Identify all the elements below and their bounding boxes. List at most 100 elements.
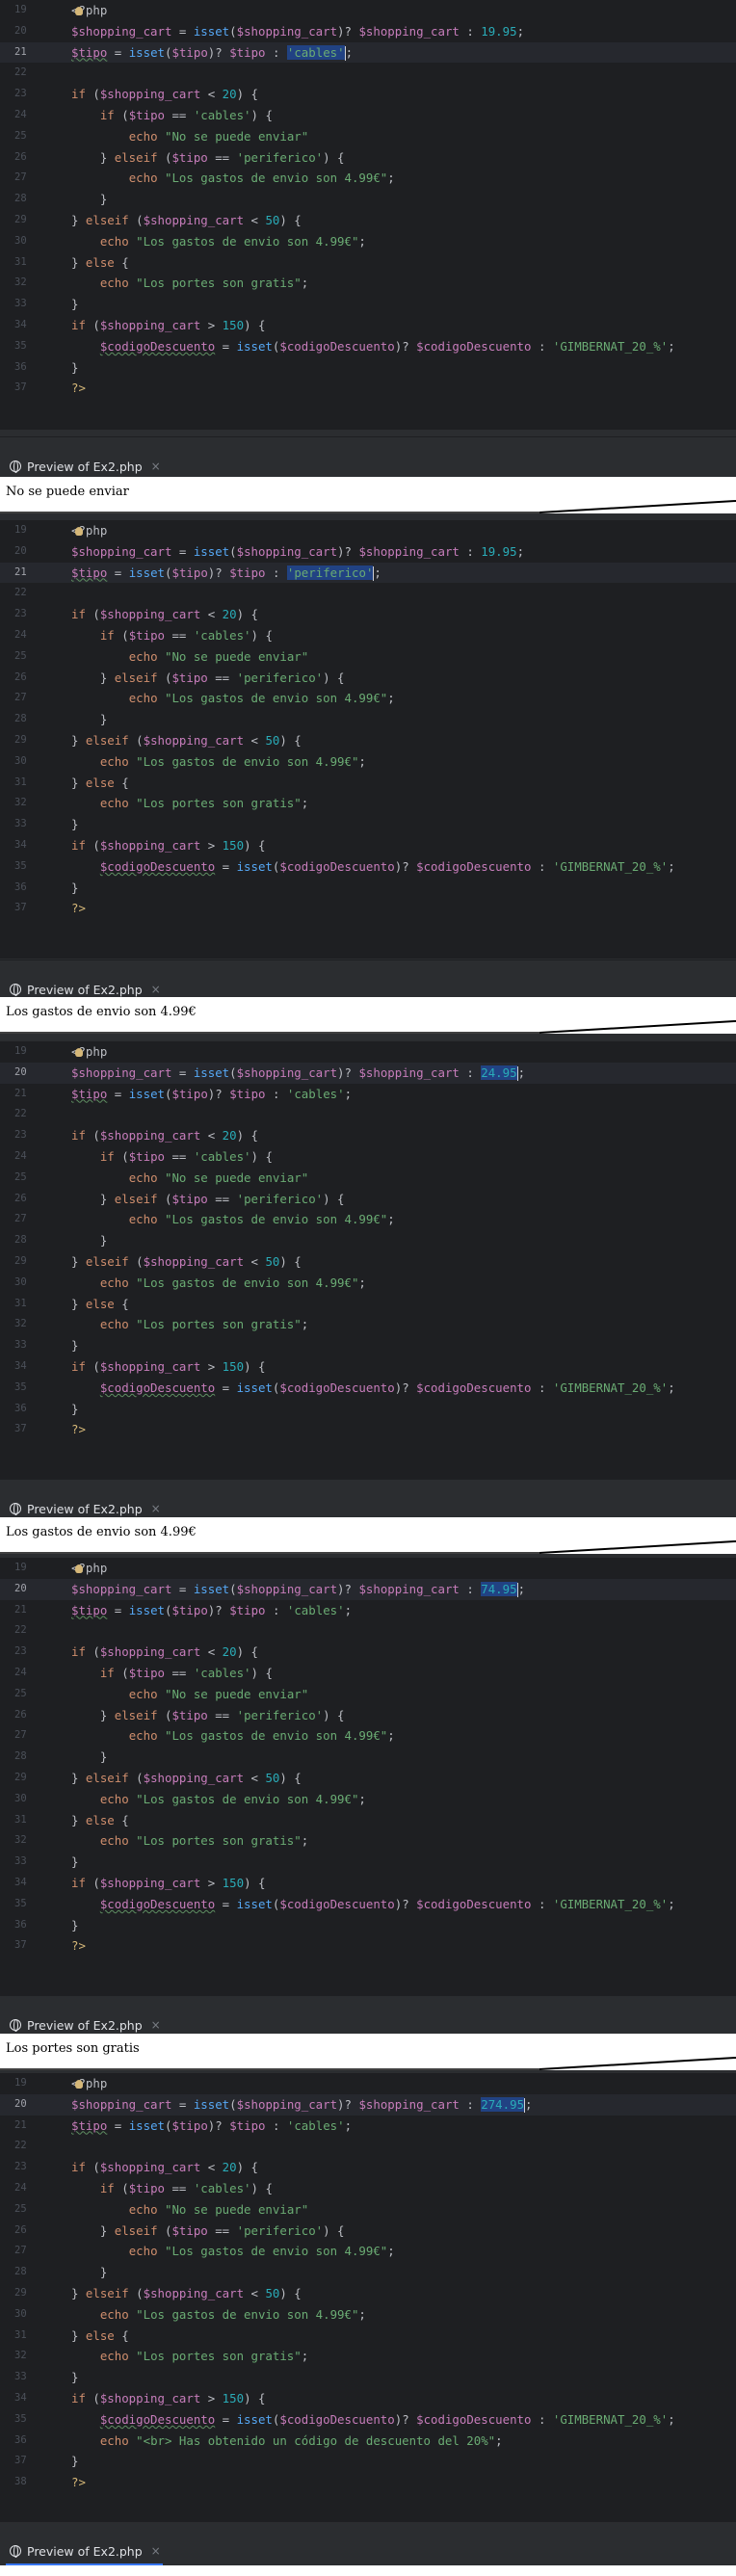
code-line[interactable]: 21 $tipo = isset($tipo)? $tipo : 'perifer… bbox=[0, 562, 736, 584]
code-line[interactable]: 30 echo "Los gastos de envio son 4.99€"; bbox=[0, 1273, 736, 1294]
code-text[interactable]: } bbox=[71, 709, 107, 730]
code-text[interactable]: echo "Los portes son gratis"; bbox=[71, 273, 308, 294]
code-text[interactable]: } bbox=[71, 878, 78, 899]
code-text[interactable]: $tipo = isset($tipo)? $tipo : 'periferic… bbox=[71, 563, 381, 584]
code-line[interactable]: 26 } elseif ($tipo == 'periferico') { bbox=[0, 147, 736, 169]
code-line[interactable]: 32 echo "Los portes son gratis"; bbox=[0, 793, 736, 814]
code-line[interactable]: 22 bbox=[0, 1620, 736, 1642]
code-line[interactable]: 27 echo "Los gastos de envio son 4.99€"; bbox=[0, 1725, 736, 1747]
code-line[interactable]: 22 bbox=[0, 63, 736, 84]
code-line[interactable]: 25 echo "No se puede enviar" bbox=[0, 1684, 736, 1705]
code-line[interactable]: 20 $shopping_cart = isset($shopping_cart)… bbox=[0, 1062, 736, 1084]
code-line[interactable]: 37 ?> bbox=[0, 1935, 736, 1957]
code-line[interactable]: 36} bbox=[0, 878, 736, 899]
code-line[interactable]: 28 } bbox=[0, 189, 736, 210]
code-line[interactable]: 26 } elseif ($tipo == 'periferico') { bbox=[0, 1705, 736, 1726]
code-text[interactable]: $shopping_cart = isset($shopping_cart)? … bbox=[71, 2094, 533, 2116]
code-text[interactable]: ?> bbox=[71, 378, 86, 399]
code-text[interactable]: } else { bbox=[71, 1810, 129, 1831]
code-line[interactable]: 30 echo "Los gastos de envio son 4.99€"; bbox=[0, 2304, 736, 2326]
code-line[interactable]: 34 if ($shopping_cart > 150) { bbox=[0, 2388, 736, 2409]
code-text[interactable]: echo "Los gastos de envio son 4.99€"; bbox=[71, 231, 366, 252]
code-text[interactable]: $tipo = isset($tipo)? $tipo : 'cables'; bbox=[71, 1600, 352, 1621]
code-line[interactable]: 37} bbox=[0, 2451, 736, 2472]
code-text[interactable]: } bbox=[71, 1399, 78, 1420]
code-text[interactable]: echo "Los gastos de envio son 4.99€"; bbox=[71, 2304, 366, 2326]
code-text[interactable]: } else { bbox=[71, 1294, 129, 1315]
code-line[interactable]: 25 echo "No se puede enviar" bbox=[0, 2199, 736, 2221]
code-line[interactable]: 36 echo "<br> Has obtenido un código de … bbox=[0, 2431, 736, 2452]
code-line[interactable]: 29} elseif ($shopping_cart < 50) { bbox=[0, 730, 736, 751]
close-icon[interactable]: × bbox=[151, 2018, 161, 2032]
code-line[interactable]: 19 <?php bbox=[0, 520, 736, 541]
code-line[interactable]: 37 ?> bbox=[0, 898, 736, 919]
code-line[interactable]: 32 echo "Los portes son gratis"; bbox=[0, 273, 736, 294]
tab-preview[interactable]: Preview of Ex2.php × bbox=[6, 2538, 163, 2565]
code-text[interactable]: } else { bbox=[71, 2326, 129, 2347]
code-line[interactable]: 27 echo "Los gastos de envio son 4.99€"; bbox=[0, 168, 736, 189]
code-text[interactable]: } elseif ($tipo == 'periferico') { bbox=[71, 1189, 345, 1210]
code-line[interactable]: 29} elseif ($shopping_cart < 50) { bbox=[0, 1251, 736, 1273]
code-text[interactable]: echo "Los gastos de envio son 4.99€"; bbox=[71, 688, 395, 709]
code-text[interactable]: $codigoDescuento = isset($codigoDescuent… bbox=[71, 856, 675, 878]
code-line[interactable]: 33} bbox=[0, 1335, 736, 1356]
close-icon[interactable]: × bbox=[151, 1502, 161, 1515]
code-text[interactable]: if ($shopping_cart < 20) { bbox=[71, 1642, 258, 1663]
code-line[interactable]: 25 echo "No se puede enviar" bbox=[0, 126, 736, 147]
code-line[interactable]: 25 echo "No se puede enviar" bbox=[0, 646, 736, 668]
code-text[interactable]: $shopping_cart = isset($shopping_cart)? … bbox=[71, 541, 524, 563]
code-text[interactable]: echo "Los gastos de envio son 4.99€"; bbox=[71, 1209, 395, 1230]
code-text[interactable]: } elseif ($tipo == 'periferico') { bbox=[71, 1705, 345, 1726]
code-line[interactable]: 27 echo "Los gastos de envio son 4.99€"; bbox=[0, 688, 736, 709]
code-text[interactable]: } bbox=[71, 189, 107, 210]
code-line[interactable]: 32 echo "Los portes son gratis"; bbox=[0, 1830, 736, 1852]
code-text[interactable]: echo "No se puede enviar" bbox=[71, 646, 309, 668]
code-line[interactable]: 29} elseif ($shopping_cart < 50) { bbox=[0, 210, 736, 231]
code-line[interactable]: 35 $codigoDescuento = isset($codigoDescu… bbox=[0, 856, 736, 878]
code-line[interactable]: 37 ?> bbox=[0, 1419, 736, 1440]
code-text[interactable]: if ($tipo == 'cables') { bbox=[71, 105, 273, 126]
code-line[interactable]: 20 $shopping_cart = isset($shopping_cart)… bbox=[0, 2093, 736, 2116]
code-text[interactable]: $shopping_cart = isset($shopping_cart)? … bbox=[71, 1579, 525, 1600]
code-text[interactable]: } bbox=[71, 357, 78, 379]
close-icon[interactable]: × bbox=[151, 983, 161, 996]
code-text[interactable]: } bbox=[71, 2451, 78, 2472]
code-line[interactable]: 36} bbox=[0, 1915, 736, 1936]
code-line[interactable]: 21 $tipo = isset($tipo)? $tipo : 'cables'… bbox=[0, 1600, 736, 1621]
code-text[interactable]: } bbox=[71, 814, 78, 835]
code-line[interactable]: 38 ?> bbox=[0, 2472, 736, 2493]
code-text[interactable]: if ($shopping_cart < 20) { bbox=[71, 2157, 258, 2178]
code-editor-panel[interactable]: 19 <?php 20 $shopping_cart = isset($shoppin… bbox=[0, 520, 736, 959]
code-text[interactable]: if ($shopping_cart > 150) { bbox=[71, 1873, 265, 1894]
code-text[interactable]: echo "Los portes son gratis"; bbox=[71, 793, 308, 814]
code-text[interactable]: $tipo = isset($tipo)? $tipo : 'cables'; bbox=[71, 42, 353, 64]
code-text[interactable]: echo "Los portes son gratis"; bbox=[71, 2346, 308, 2367]
code-line[interactable]: 22 bbox=[0, 1104, 736, 1125]
code-line[interactable]: 36} bbox=[0, 357, 736, 379]
code-text[interactable]: $shopping_cart = isset($shopping_cart)? … bbox=[71, 21, 524, 42]
code-text[interactable]: if ($tipo == 'cables') { bbox=[71, 1146, 273, 1168]
code-line[interactable]: 20 $shopping_cart = isset($shopping_cart)… bbox=[0, 1578, 736, 1600]
code-line[interactable]: 24 if ($tipo == 'cables') { bbox=[0, 1663, 736, 1684]
code-text[interactable]: } else { bbox=[71, 252, 129, 274]
code-line[interactable]: 30 echo "Los gastos de envio son 4.99€"; bbox=[0, 751, 736, 773]
code-text[interactable]: } bbox=[71, 1915, 78, 1936]
close-icon[interactable]: × bbox=[151, 460, 161, 473]
code-line[interactable]: 31} else { bbox=[0, 2326, 736, 2347]
code-line[interactable]: 35 $codigoDescuento = isset($codigoDescu… bbox=[0, 1894, 736, 1915]
code-line[interactable]: 25 echo "No se puede enviar" bbox=[0, 1168, 736, 1189]
code-line[interactable]: 34 if ($shopping_cart > 150) { bbox=[0, 835, 736, 856]
code-editor-panel[interactable]: 19 <?php 20 $shopping_cart = isset($shoppin… bbox=[0, 1558, 736, 1996]
code-line[interactable]: 33} bbox=[0, 294, 736, 315]
code-line[interactable]: 30 echo "Los gastos de envio son 4.99€"; bbox=[0, 1789, 736, 1810]
code-line[interactable]: 37 ?> bbox=[0, 378, 736, 399]
code-text[interactable]: } elseif ($shopping_cart < 50) { bbox=[71, 730, 302, 751]
code-text[interactable]: if ($shopping_cart > 150) { bbox=[71, 315, 265, 336]
code-text[interactable]: echo "No se puede enviar" bbox=[71, 126, 309, 147]
code-line[interactable]: 27 echo "Los gastos de envio son 4.99€"; bbox=[0, 2241, 736, 2262]
code-text[interactable]: echo "Los gastos de envio son 4.99€"; bbox=[71, 1789, 366, 1810]
code-editor-panel[interactable]: 19 <?php 20 $shopping_cart = isset($shoppin… bbox=[0, 1041, 736, 1479]
code-line[interactable]: 24 if ($tipo == 'cables') { bbox=[0, 2178, 736, 2199]
tab-preview[interactable]: Preview of Ex2.php × bbox=[6, 454, 163, 481]
code-line[interactable]: 21 $tipo = isset($tipo)? $tipo : 'cables'… bbox=[0, 2116, 736, 2137]
